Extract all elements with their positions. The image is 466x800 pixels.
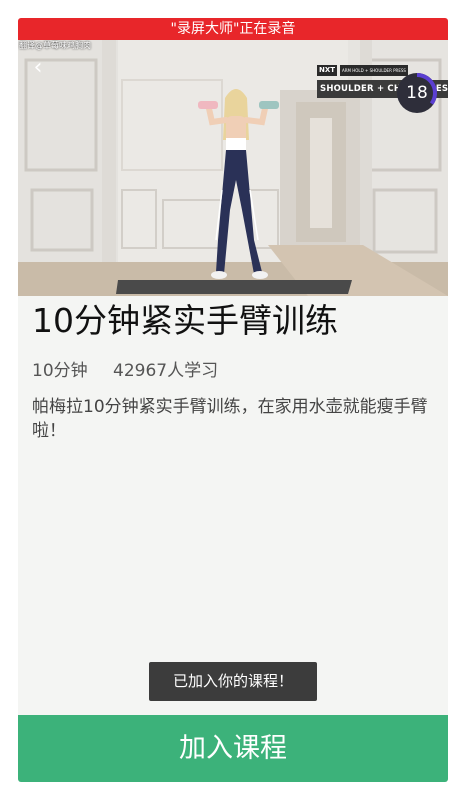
course-description: 帕梅拉10分钟紧实手臂训练，在家用水壶就能瘦手臂啦！ [32, 397, 428, 441]
toast-message: 已加入你的课程！ [149, 662, 317, 701]
course-title: 10分钟紧实手臂训练 [32, 301, 338, 340]
tag-brand: NXT [317, 64, 338, 76]
course-duration: 10分钟 [32, 361, 88, 381]
timer-value: 18 [406, 83, 428, 103]
course-learners: 42967人学习 [113, 361, 219, 381]
join-course-button[interactable]: 加入课程 [18, 715, 448, 782]
recording-banner: "录屏大师"正在录音 [18, 18, 448, 40]
back-button[interactable]: ‹ [26, 54, 50, 82]
course-meta: 10分钟 42967人学习 [32, 356, 218, 381]
video-player[interactable]: 翻译@草莓味鸡胸肉 ‹ NXT ARM HOLD + SHOULDER PRES… [18, 40, 448, 296]
video-watermark: 翻译@草莓味鸡胸肉 [19, 41, 91, 50]
chevron-left-icon: ‹ [33, 55, 43, 80]
app-screen: "录屏大师"正在录音 翻译@草莓味鸡胸肉 ‹ NXT ARM HOLD + SH… [18, 18, 448, 782]
countdown-timer: 18 [396, 72, 438, 114]
